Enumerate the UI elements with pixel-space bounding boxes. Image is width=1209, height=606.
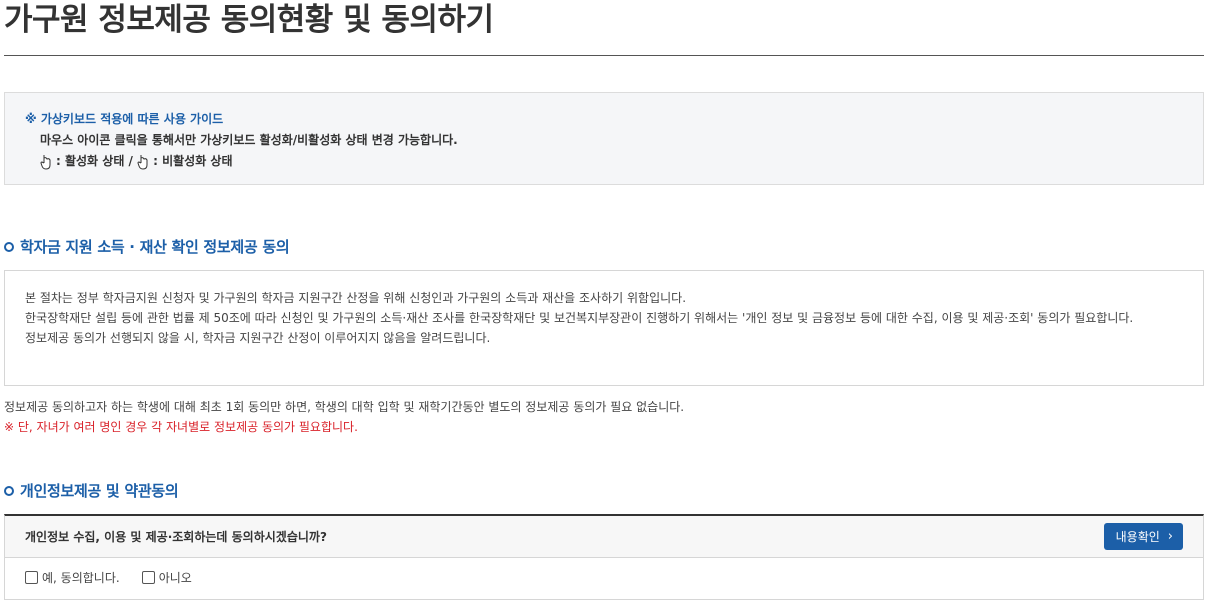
info-paragraph: 한국장학재단 설립 등에 관한 법률 제 50조에 따라 신청인 및 가구원의 … [25, 311, 1134, 325]
section-title-text: 개인정보제공 및 약관동의 [20, 482, 179, 500]
section-title-income-assets: 학자금 지원 소득 · 재산 확인 정보제공 동의 [4, 236, 290, 257]
mouse-pointer-icon[interactable] [40, 154, 52, 170]
inactive-state-label: : 비활성화 상태 [153, 154, 233, 168]
chevron-right-icon: › [1167, 529, 1173, 544]
active-state-label: : 활성화 상태 / [56, 154, 133, 168]
consent-note: 정보제공 동의하고자 하는 학생에 대해 최초 1회 동의만 하면, 학생의 대… [4, 400, 685, 414]
circle-bullet-icon [4, 241, 14, 252]
section-title-text: 학자금 지원 소득 · 재산 확인 정보제공 동의 [20, 238, 290, 256]
consent-header: 개인정보 수집, 이용 및 제공·조회하는데 동의하시겠습니까? 내용확인 › [5, 516, 1203, 558]
virtual-keyboard-guide: ※ 가상키보드 적용에 따른 사용 가이드 마우스 아이콘 클릭을 통해서만 가… [4, 92, 1204, 185]
info-paragraph: 정보제공 동의가 선행되지 않을 시, 학자금 지원구간 산정이 이루어지지 않… [25, 331, 491, 345]
option-disagree[interactable]: 아니오 [141, 569, 192, 586]
disagree-label: 아니오 [158, 571, 192, 585]
mouse-pointer-icon[interactable] [137, 154, 149, 170]
consent-question: 개인정보 수집, 이용 및 제공·조회하는데 동의하시겠습니까? [25, 530, 327, 544]
info-paragraph: 본 절차는 정부 학자금지원 신청자 및 가구원의 학자금 지원구간 산정을 위… [25, 291, 687, 305]
page-title: 가구원 정보제공 동의현황 및 동의하기 [4, 2, 494, 38]
consent-warning: ※ 단, 자녀가 여러 명인 경우 각 자녀별로 정보제공 동의가 필요합니다. [4, 420, 358, 434]
agree-checkbox[interactable] [25, 571, 38, 584]
disagree-checkbox[interactable] [141, 571, 155, 584]
title-divider [4, 55, 1204, 56]
agree-label: 예, 동의합니다. [42, 571, 120, 585]
guide-legend: : 활성화 상태 / : 비활성화 상태 [25, 151, 1183, 172]
view-content-button[interactable]: 내용확인 › [1103, 523, 1183, 550]
view-content-label: 내용확인 [1115, 530, 1160, 544]
consent-info-box: 본 절차는 정부 학자금지원 신청자 및 가구원의 학자금 지원구간 산정을 위… [4, 270, 1204, 386]
option-agree[interactable]: 예, 동의합니다. [25, 569, 120, 586]
consent-options: 예, 동의합니다. 아니오 [5, 558, 1203, 597]
circle-bullet-icon [4, 485, 14, 496]
section-title-privacy-terms: 개인정보제공 및 약관동의 [4, 480, 179, 501]
guide-description: 마우스 아이콘 클릭을 통해서만 가상키보드 활성화/비활성화 상태 변경 가능… [40, 133, 458, 147]
guide-title: ※ 가상키보드 적용에 따른 사용 가이드 [25, 112, 224, 126]
privacy-consent-box: 개인정보 수집, 이용 및 제공·조회하는데 동의하시겠습니까? 내용확인 › … [4, 514, 1204, 600]
